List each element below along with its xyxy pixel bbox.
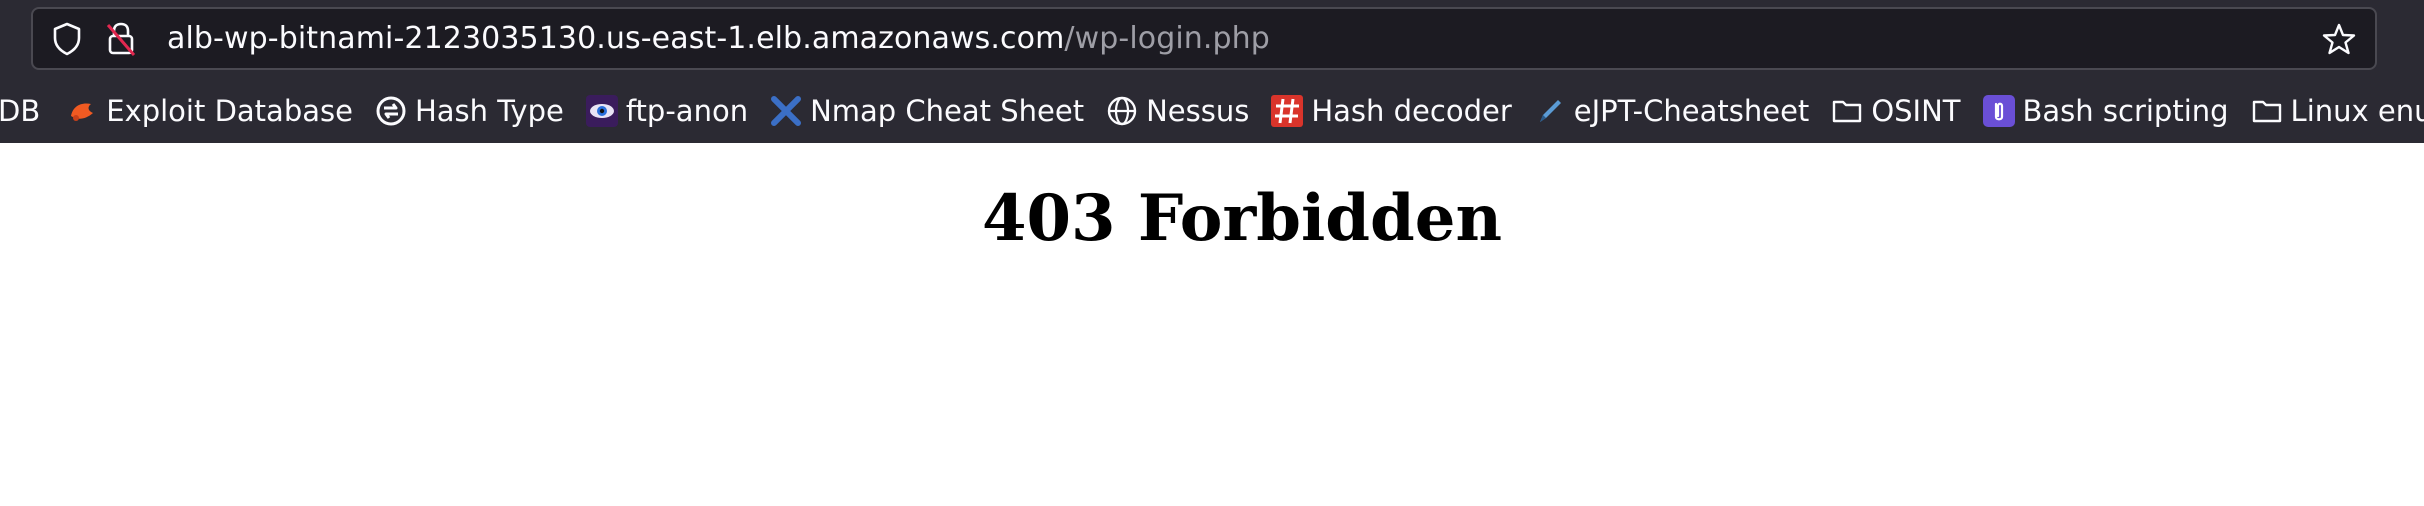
bookmark-label: Nessus — [1146, 94, 1250, 128]
nmap-x-icon — [770, 95, 802, 127]
bookmark-exploit-database[interactable]: Exploit Database — [60, 88, 359, 134]
bookmark-ejpt-cheatsheet[interactable]: eJPT-Cheatsheet — [1528, 88, 1816, 134]
bookmarks-toolbar: DB Exploit Database Hash Type ftp-anon N… — [0, 88, 2424, 134]
bookmark-folder-osint[interactable]: OSINT — [1825, 88, 1966, 134]
bookmark-label: Hash Type — [414, 94, 564, 128]
bookmark-label: Hash decoder — [1311, 94, 1512, 128]
hash-type-icon — [375, 95, 407, 127]
bookmark-db[interactable]: DB — [0, 88, 46, 134]
bookmark-label: Linux enu — [2290, 94, 2424, 128]
page-title: 403 Forbidden — [981, 181, 1503, 256]
globe-icon — [1106, 95, 1138, 127]
bookmark-nmap-cheat-sheet[interactable]: Nmap Cheat Sheet — [764, 88, 1090, 134]
bookmark-star-icon[interactable] — [2319, 19, 2359, 59]
bookmark-label: DB — [0, 94, 41, 128]
bookmark-bash-scripting[interactable]: Bash scripting — [1977, 88, 2235, 134]
bookmark-label: OSINT — [1871, 94, 1961, 128]
bookmark-label: ftp-anon — [625, 94, 749, 128]
page-content: 403 Forbidden — [0, 143, 2424, 506]
tracking-protection-shield-icon[interactable] — [47, 19, 87, 59]
browser-chrome: alb-wp-bitnami-2123035130.us-east-1.elb.… — [0, 0, 2424, 143]
url-path: /wp-login.php — [1064, 21, 1270, 56]
pen-icon — [1534, 95, 1566, 127]
hash-decoder-icon — [1271, 95, 1304, 127]
clip-icon — [1982, 95, 2015, 127]
url-text[interactable]: alb-wp-bitnami-2123035130.us-east-1.elb.… — [167, 21, 1270, 56]
eye-icon — [585, 95, 618, 127]
folder-icon — [1831, 95, 1863, 127]
bookmark-label: Exploit Database — [106, 94, 353, 128]
bookmark-hash-type[interactable]: Hash Type — [369, 88, 570, 134]
bookmark-label: Nmap Cheat Sheet — [810, 94, 1085, 128]
bookmark-label: Bash scripting — [2022, 94, 2229, 128]
insecure-lock-icon[interactable] — [101, 19, 141, 59]
address-bar[interactable]: alb-wp-bitnami-2123035130.us-east-1.elb.… — [31, 7, 2377, 70]
bookmark-ftp-anon[interactable]: ftp-anon — [580, 88, 754, 134]
bookmark-nessus[interactable]: Nessus — [1100, 88, 1255, 134]
exploit-db-icon — [66, 95, 98, 127]
folder-icon — [2251, 95, 2283, 127]
bookmark-label: eJPT-Cheatsheet — [1573, 94, 1810, 128]
bookmark-hash-decoder[interactable]: Hash decoder — [1265, 88, 1517, 134]
bookmark-folder-linux-enum[interactable]: Linux enu — [2245, 88, 2424, 134]
url-host: alb-wp-bitnami-2123035130.us-east-1.elb.… — [167, 21, 1065, 56]
